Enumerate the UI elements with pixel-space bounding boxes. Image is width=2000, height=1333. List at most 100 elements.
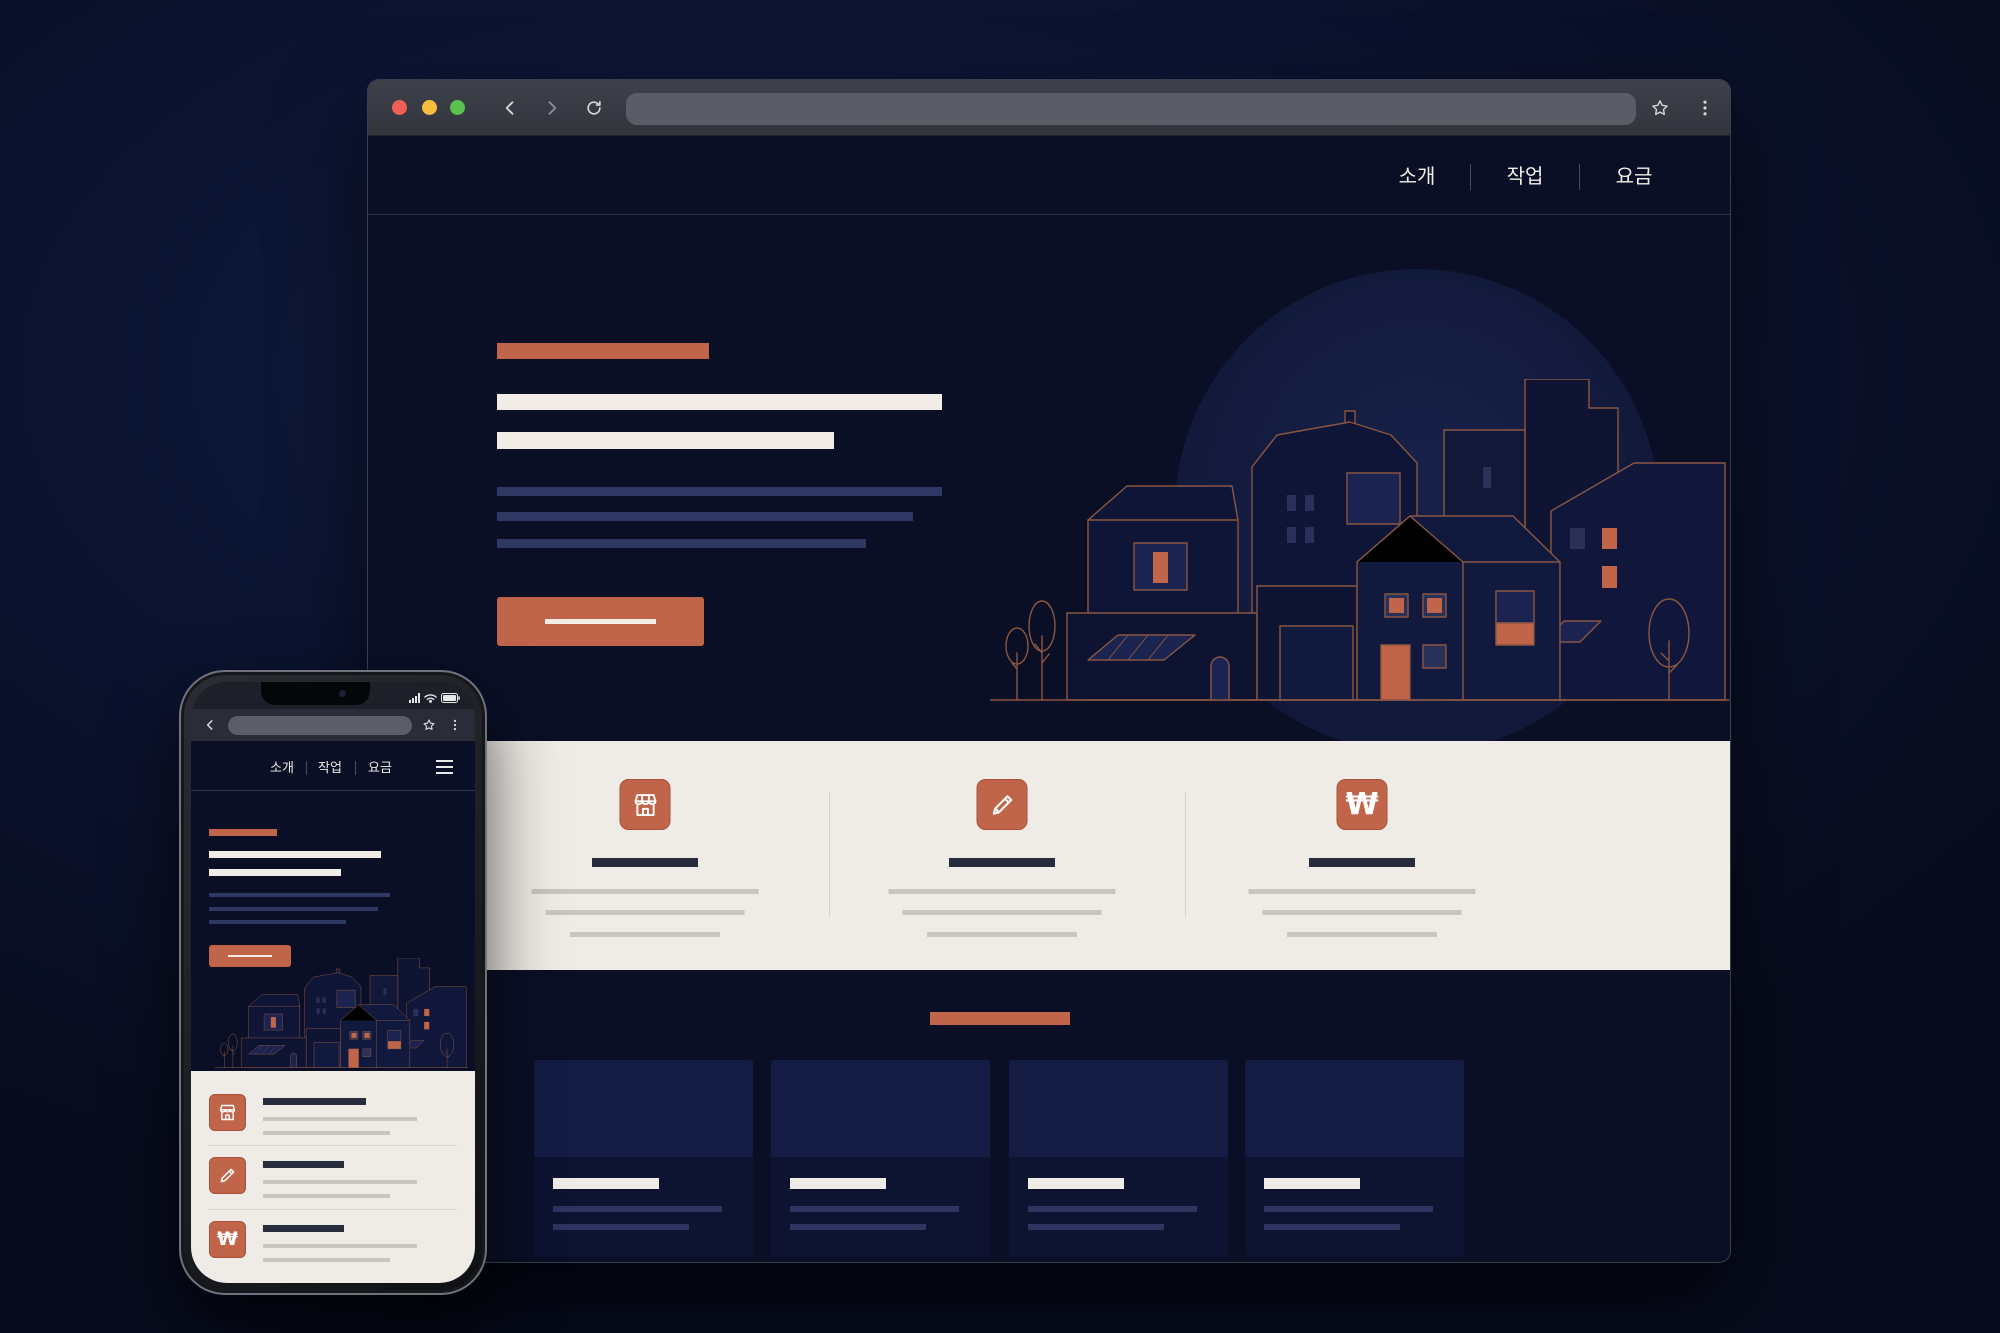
feature-title-placeholder xyxy=(1309,858,1415,867)
project-thumbnail xyxy=(1009,1060,1228,1157)
feature-text-line xyxy=(263,1180,417,1184)
project-card[interactable] xyxy=(534,1060,753,1257)
battery-icon xyxy=(441,693,460,703)
feature-title-placeholder xyxy=(592,858,698,867)
won-icon: ₩ xyxy=(1336,779,1388,830)
nav-item-pricing[interactable]: 요금 xyxy=(360,759,400,777)
phone-device: 소개 작업 요금 ₩ xyxy=(179,670,487,1295)
feature-text-line xyxy=(927,932,1077,937)
nav-item-pricing[interactable]: 요금 xyxy=(1594,163,1674,191)
nav-item-about[interactable]: 소개 xyxy=(1377,163,1457,191)
feature-divider xyxy=(829,792,830,917)
nav-item-about[interactable]: 소개 xyxy=(262,759,302,777)
nav-separator xyxy=(1470,164,1471,190)
browser-window: 소개 작업 요금 ₩ xyxy=(367,79,1731,1263)
project-thumbnail xyxy=(771,1060,990,1157)
feature-text-line xyxy=(263,1131,390,1135)
hamburger-menu-icon[interactable] xyxy=(436,760,453,774)
kebab-menu-icon[interactable] xyxy=(448,718,462,732)
phone-city-illustration xyxy=(215,958,468,1068)
chevron-left-icon[interactable] xyxy=(500,98,520,118)
project-thumbnail xyxy=(1245,1060,1464,1157)
feature-text-line xyxy=(263,1117,417,1121)
project-thumbnail xyxy=(534,1060,753,1157)
project-card[interactable] xyxy=(1009,1060,1228,1257)
hero-headline-placeholder-1 xyxy=(209,851,381,858)
browser-titlebar xyxy=(368,80,1730,136)
project-text-line xyxy=(1264,1224,1400,1230)
feature-title-placeholder xyxy=(263,1098,366,1105)
pencil-icon xyxy=(209,1157,246,1194)
star-icon[interactable] xyxy=(1650,98,1670,118)
feature-title-placeholder xyxy=(263,1161,344,1168)
phone-notch xyxy=(261,682,370,705)
wifi-icon xyxy=(424,693,437,703)
features-section: ₩ xyxy=(368,741,1730,970)
feature-divider xyxy=(209,1145,457,1146)
hero-eyebrow-placeholder xyxy=(209,829,277,836)
project-text-line xyxy=(553,1224,689,1230)
feature-title-placeholder xyxy=(949,858,1055,867)
project-card[interactable] xyxy=(771,1060,990,1257)
feature-text-line xyxy=(545,910,745,915)
nav-item-work[interactable]: 작업 xyxy=(1485,163,1565,191)
kebab-menu-icon[interactable] xyxy=(1695,98,1715,118)
close-icon[interactable] xyxy=(392,100,407,115)
won-glyph: ₩ xyxy=(1345,786,1379,822)
hero-body-line xyxy=(497,539,866,548)
project-text-line xyxy=(1028,1224,1164,1230)
cta-label-placeholder xyxy=(228,955,272,957)
chevron-left-icon[interactable] xyxy=(203,718,217,732)
hero-body-line xyxy=(209,907,378,911)
maximize-icon[interactable] xyxy=(450,100,465,115)
phone-browser-toolbar xyxy=(191,709,475,741)
hero-headline-placeholder-2 xyxy=(209,869,341,876)
hero-cta-button[interactable] xyxy=(497,597,704,646)
site-nav: 소개 작업 요금 xyxy=(368,136,1730,215)
nav-item-work[interactable]: 작업 xyxy=(310,759,350,777)
chevron-right-icon[interactable] xyxy=(542,98,562,118)
camera-lens xyxy=(339,690,346,697)
hero-city-illustration xyxy=(990,269,1730,741)
feature-divider xyxy=(209,1209,457,1210)
city-buildings xyxy=(215,958,468,1068)
store-icon xyxy=(209,1094,246,1131)
project-title-placeholder xyxy=(1028,1178,1124,1189)
project-text-line xyxy=(1028,1206,1197,1212)
project-text-line xyxy=(790,1206,959,1212)
hero-body-line xyxy=(497,512,913,521)
hero-eyebrow-placeholder xyxy=(497,343,709,359)
project-card[interactable] xyxy=(1245,1060,1464,1257)
won-glyph: ₩ xyxy=(217,1228,238,1250)
feature-text-line xyxy=(902,910,1102,915)
phone-site-nav: 소개 작업 요금 xyxy=(191,741,475,791)
project-title-placeholder xyxy=(790,1178,886,1189)
pencil-icon xyxy=(976,779,1028,830)
feature-text-line xyxy=(1287,932,1437,937)
signal-icon xyxy=(409,693,421,703)
feature-text-line xyxy=(263,1244,417,1248)
project-text-line xyxy=(1264,1206,1433,1212)
project-title-placeholder xyxy=(553,1178,659,1189)
phone-address-bar[interactable] xyxy=(228,716,412,735)
feature-text-line xyxy=(531,889,759,894)
feature-title-placeholder xyxy=(263,1225,344,1232)
nav-separator xyxy=(306,761,307,775)
address-bar[interactable] xyxy=(626,93,1636,125)
feature-text-line xyxy=(1248,889,1476,894)
feature-text-line xyxy=(263,1194,390,1198)
hero-headline-placeholder-2 xyxy=(497,432,834,449)
won-icon: ₩ xyxy=(209,1221,246,1258)
hero-body-line xyxy=(209,893,390,897)
project-text-line xyxy=(790,1224,926,1230)
star-icon[interactable] xyxy=(422,718,436,732)
cta-label-placeholder xyxy=(545,619,656,624)
feature-text-line xyxy=(888,889,1116,894)
project-text-line xyxy=(553,1206,722,1212)
minimize-icon[interactable] xyxy=(422,100,437,115)
hero-cta-button[interactable] xyxy=(209,945,291,967)
reload-icon[interactable] xyxy=(584,98,604,118)
section-heading-placeholder xyxy=(930,1012,1070,1025)
feature-card-pricing: ₩ xyxy=(1222,741,1502,970)
store-icon xyxy=(619,779,671,830)
